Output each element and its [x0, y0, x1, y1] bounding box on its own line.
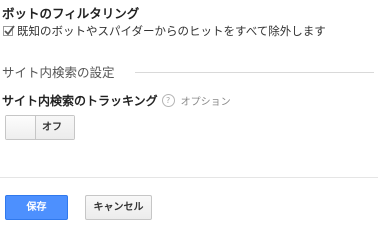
checkmark-icon	[4, 25, 15, 36]
site-search-tracking-toggle[interactable]: オフ	[5, 115, 75, 140]
site-search-section-title: サイト内検索の設定	[2, 65, 115, 80]
footer-divider	[0, 177, 378, 178]
toggle-knob[interactable]	[6, 116, 36, 139]
bot-filter-checkbox-label[interactable]: 既知のボットやスパイダーからのヒットをすべて除外します	[17, 23, 326, 39]
optional-label: オプション	[180, 97, 231, 108]
help-icon[interactable]: ?	[161, 94, 175, 107]
section-divider	[135, 72, 374, 73]
save-button[interactable]: 保存	[5, 195, 68, 220]
bot-filter-checkbox[interactable]	[3, 25, 15, 36]
site-search-tracking-label: サイト内検索のトラッキング	[2, 94, 158, 108]
site-search-tracking-row: サイト内検索のトラッキング ? オプション	[2, 92, 231, 109]
bot-filter-option[interactable]: 既知のボットやスパイダーからのヒットをすべて除外します	[3, 23, 326, 39]
bot-filtering-title: ボットのフィルタリング	[2, 6, 140, 21]
cancel-button[interactable]: キャンセル	[85, 195, 152, 220]
toggle-state-label: オフ	[36, 116, 74, 139]
